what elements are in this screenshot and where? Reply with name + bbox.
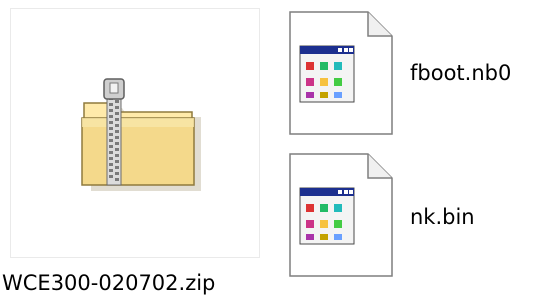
- file-label-fboot: fboot.nb0: [410, 61, 512, 85]
- application-file-icon: [289, 11, 393, 135]
- application-file-icon: [289, 153, 393, 277]
- file-label-nk: nk.bin: [410, 205, 475, 229]
- file-nk[interactable]: [288, 152, 394, 278]
- zip-folder-icon: [81, 78, 201, 191]
- zip-file-name: WCE300-020702.zip: [2, 271, 216, 295]
- zip-file-thumbnail[interactable]: [10, 8, 260, 258]
- file-fboot[interactable]: [288, 10, 394, 136]
